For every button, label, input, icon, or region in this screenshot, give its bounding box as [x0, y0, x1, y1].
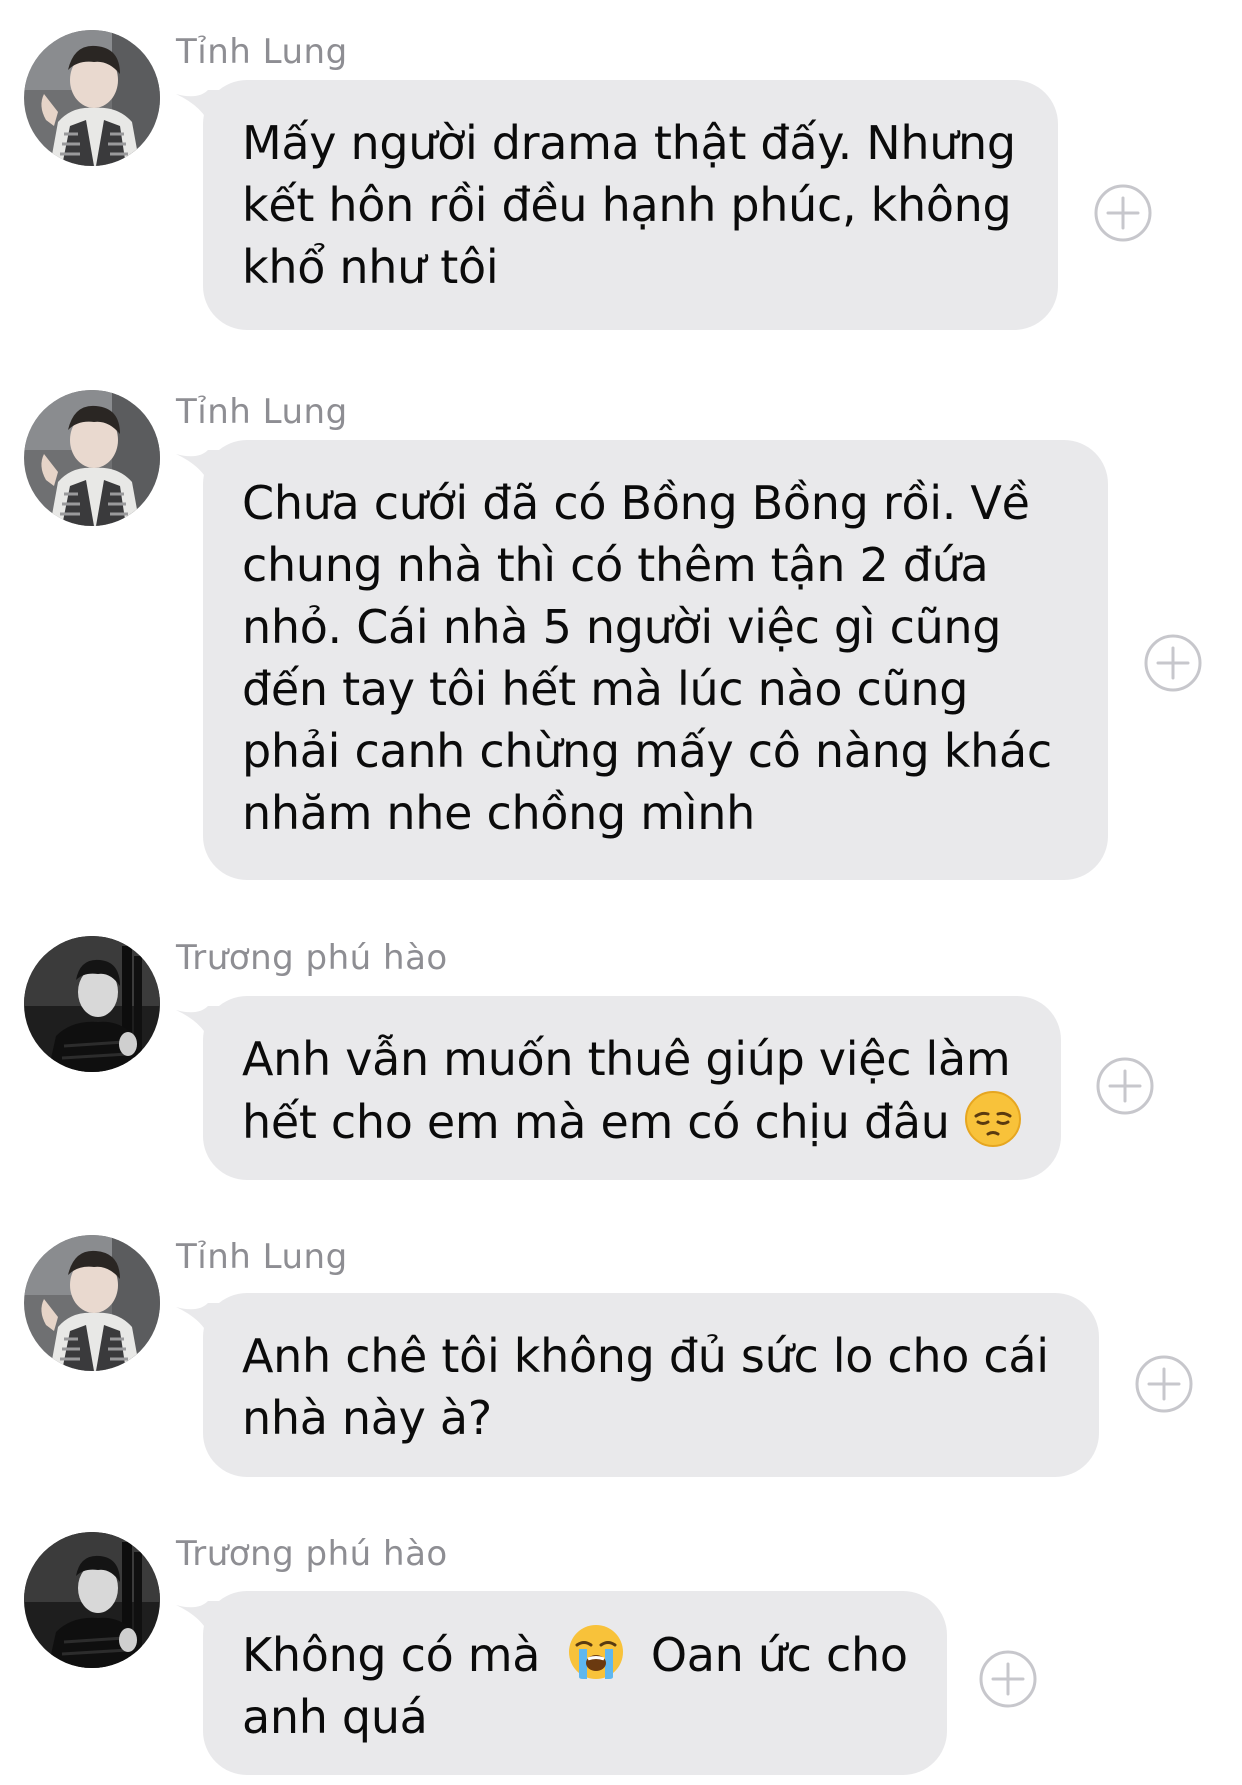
add-reaction-icon[interactable] [978, 1649, 1038, 1709]
sender-name: Trương phú hào [176, 938, 448, 978]
avatar-tinh-lung[interactable] [24, 390, 160, 526]
message-bubble[interactable]: Mấy người drama thật đấy. Nhưng kết hôn … [203, 80, 1058, 330]
add-reaction-icon[interactable] [1143, 633, 1203, 693]
message-bubble[interactable]: Không có mà Oan ức cho anh quá [203, 1591, 947, 1775]
message-bubble[interactable]: Anh chê tôi không đủ sức lo cho cái nhà … [203, 1293, 1099, 1477]
add-reaction-icon[interactable] [1093, 183, 1153, 243]
loudly-crying-face-emoji [567, 1623, 625, 1681]
avatar-truong-phu-hao[interactable] [24, 1532, 160, 1668]
avatar-truong-phu-hao[interactable] [24, 936, 160, 1072]
message-text-before: Không có mà [242, 1628, 541, 1682]
message-bubble[interactable]: Chưa cưới đã có Bồng Bồng rồi. Về chung … [203, 440, 1108, 880]
pensive-face-emoji [964, 1090, 1022, 1148]
message-text: Chưa cưới đã có Bồng Bồng rồi. Về chung … [242, 476, 1052, 840]
add-reaction-icon[interactable] [1134, 1354, 1194, 1414]
message-bubble[interactable]: Anh vẫn muốn thuê giúp việc làm hết cho … [203, 996, 1061, 1180]
add-reaction-icon[interactable] [1095, 1056, 1155, 1116]
avatar-tinh-lung[interactable] [24, 30, 160, 166]
message-text: Anh chê tôi không đủ sức lo cho cái nhà … [242, 1329, 1049, 1445]
avatar-tinh-lung[interactable] [24, 1235, 160, 1371]
sender-name: Trương phú hào [176, 1534, 448, 1574]
sender-name: Tỉnh Lung [176, 1237, 348, 1277]
sender-name: Tỉnh Lung [176, 392, 348, 432]
message-text: Mấy người drama thật đấy. Nhưng kết hôn … [242, 116, 1016, 294]
message-text: Anh vẫn muốn thuê giúp việc làm hết cho … [242, 1032, 1011, 1149]
sender-name: Tỉnh Lung [176, 32, 348, 72]
